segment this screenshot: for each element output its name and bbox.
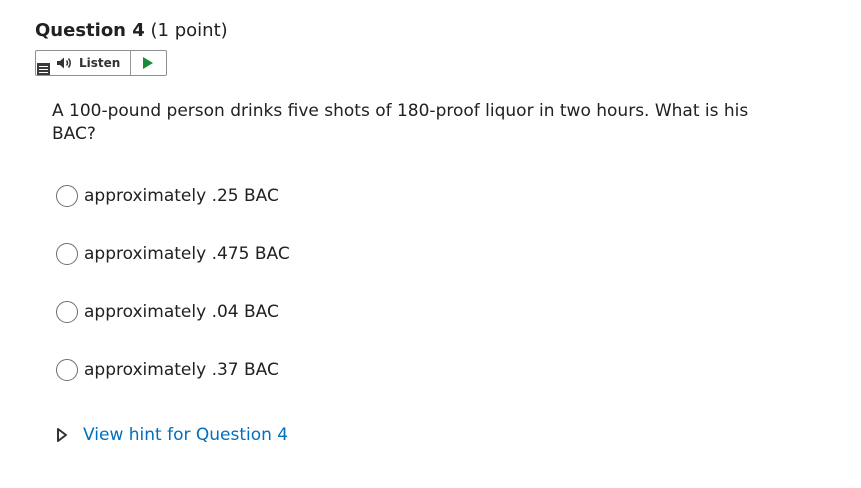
quiz-page: Question 4 (1 point) Listen A 100-pound … xyxy=(0,0,861,488)
caret-right-outline-icon xyxy=(57,428,67,442)
answer-options: approximately .25 BAC approximately .475… xyxy=(56,183,290,415)
listen-label: Listen xyxy=(79,56,121,70)
answer-option[interactable]: approximately .475 BAC xyxy=(56,241,290,267)
speaker-icon xyxy=(57,57,71,69)
answer-label[interactable]: approximately .37 BAC xyxy=(84,360,279,380)
radio-button[interactable] xyxy=(56,185,78,207)
view-hint-link[interactable]: View hint for Question 4 xyxy=(83,425,288,445)
radio-button[interactable] xyxy=(56,301,78,323)
play-icon[interactable] xyxy=(141,57,154,69)
question-header: Question 4 (1 point) xyxy=(35,19,228,43)
readspeaker-bar: Listen xyxy=(35,50,167,76)
question-points: (1 point) xyxy=(150,20,228,41)
answer-option[interactable]: approximately .25 BAC xyxy=(56,183,290,209)
question-text: A 100-pound person drinks five shots of … xyxy=(52,101,749,144)
question-title: Question 4 xyxy=(35,20,145,41)
answer-label[interactable]: approximately .25 BAC xyxy=(84,186,279,206)
menu-icon[interactable] xyxy=(37,63,50,75)
answer-label[interactable]: approximately .475 BAC xyxy=(84,244,290,264)
listen-divider xyxy=(130,51,131,75)
radio-button[interactable] xyxy=(56,359,78,381)
answer-option[interactable]: approximately .37 BAC xyxy=(56,357,290,383)
answer-label[interactable]: approximately .04 BAC xyxy=(84,302,279,322)
listen-button[interactable]: Listen xyxy=(56,51,129,75)
hint-toggle[interactable]: View hint for Question 4 xyxy=(56,423,288,447)
answer-option[interactable]: approximately .04 BAC xyxy=(56,299,290,325)
radio-button[interactable] xyxy=(56,243,78,265)
